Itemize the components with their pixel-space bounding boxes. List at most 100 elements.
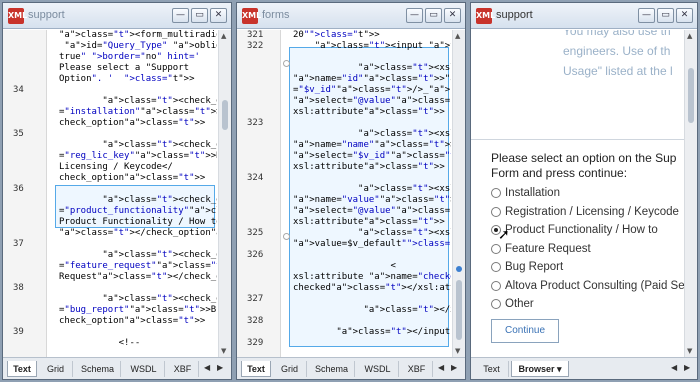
code-line[interactable]: xsl:attribute"a">class="t">>	[293, 217, 445, 228]
code-line[interactable]: "a">select="@value""a">class="t">/></	[293, 206, 451, 217]
code-area[interactable]: 20"">class="t">> "a">class="t"><input "a…	[293, 30, 451, 357]
tab-xbf[interactable]: XBF	[401, 361, 433, 377]
vertical-scrollbar[interactable]: ▲ ▼	[684, 30, 697, 357]
scroll-up-icon[interactable]: ▲	[455, 32, 460, 40]
tab-grid[interactable]: Grid	[39, 361, 73, 377]
tab-scroll-right-icon[interactable]: ▶	[451, 363, 457, 372]
code-line[interactable]: xsl:attribute "a">name="checked""a">clas…	[293, 272, 451, 283]
code-line[interactable]: check_option"a">class="t">>	[59, 173, 205, 184]
code-line[interactable]: <	[293, 261, 396, 272]
code-line[interactable]: "a">select="$v_id""a">class="t">/></	[293, 151, 451, 162]
code-line[interactable]: xsl:attribute"a">class="t">>	[293, 162, 445, 173]
code-line[interactable]: "a">class="t"><check_option value	[59, 250, 217, 261]
scroll-down-icon[interactable]: ▼	[687, 347, 692, 355]
tab-text[interactable]: Text	[241, 361, 271, 377]
code-editor[interactable]: 321 322 323 324 325 326 327 328 329 20"">class="…	[237, 30, 465, 357]
title-bar[interactable]: XML support — ▭ ✕	[3, 3, 231, 29]
code-line[interactable]: "a">value=$v_default"">class="t">>	[293, 239, 451, 250]
radio-button[interactable]	[491, 206, 501, 217]
tab-scroll-right-icon[interactable]: ▶	[684, 363, 690, 372]
close-button[interactable]: ✕	[444, 8, 461, 23]
code-line[interactable]: "a">class="t"><input "a">type="radio""a"…	[293, 41, 451, 52]
code-line[interactable]: "a">class="t"><form_multiradio "a">title…	[59, 30, 217, 41]
code-line[interactable]: Licensing / Keycode</	[59, 162, 173, 173]
code-line[interactable]: "a">select="@value""a">class="t">/></	[293, 96, 451, 107]
code-line[interactable]: "a">class="t"></input"a">class="t">>	[293, 327, 451, 338]
code-line[interactable]: "a">class="t"><check_option value	[59, 195, 217, 206]
code-line[interactable]: 20"">class="t">>	[293, 30, 380, 41]
code-line[interactable]: ="product_functionality""a">class="t">>	[59, 206, 217, 217]
radio-button[interactable]	[491, 243, 501, 254]
vertical-scrollbar[interactable]: ▲ ▼	[218, 30, 231, 357]
maximize-button[interactable]: ▭	[657, 8, 674, 23]
title-bar[interactable]: XML support — ▭ ✕	[471, 3, 697, 29]
vertical-scrollbar[interactable]: ▲ ▼	[452, 30, 465, 357]
code-line[interactable]: xsl:attribute"a">class="t">>	[293, 107, 445, 118]
tab-xbf[interactable]: XBF	[167, 361, 199, 377]
radio-option[interactable]: Product Functionality / How to	[491, 224, 658, 236]
radio-option[interactable]: Installation	[491, 187, 560, 199]
tab-scroll-left-icon[interactable]: ◀	[671, 363, 677, 372]
radio-button[interactable]	[491, 280, 501, 291]
code-line[interactable]: Please select a "Support	[59, 63, 189, 74]
scroll-down-icon[interactable]: ▼	[221, 347, 226, 355]
tab-scroll-right-icon[interactable]: ▶	[217, 363, 223, 372]
continue-button[interactable]: Continue	[491, 319, 559, 343]
code-line[interactable]: "a">class="t"></xsl:if"a">class="t">>	[293, 305, 451, 316]
code-line[interactable]: ="feature_request""a">class="t">>Feature	[59, 261, 217, 272]
minimize-button[interactable]: —	[406, 8, 423, 23]
tab-browser[interactable]: Browser ▾	[511, 361, 569, 377]
code-line[interactable]: "a">class="t"><xsl:attribute	[293, 129, 451, 140]
tab-text[interactable]: Text	[7, 361, 37, 377]
tab-wsdl[interactable]: WSDL	[357, 361, 399, 377]
tab-scroll-left-icon[interactable]: ◀	[438, 363, 444, 372]
scrollbar-thumb[interactable]	[456, 280, 462, 340]
code-line[interactable]: Request"a">class="t"></check_option"a">c…	[59, 272, 217, 283]
tab-scroll-left-icon[interactable]: ◀	[204, 363, 210, 372]
code-line[interactable]: ="reg_lic_key""a">class="t">>Registratio…	[59, 151, 217, 162]
tab-grid[interactable]: Grid	[273, 361, 307, 377]
scroll-up-icon[interactable]: ▲	[687, 32, 692, 40]
radio-button[interactable]	[491, 299, 501, 309]
title-bar[interactable]: XML forms — ▭ ✕	[237, 3, 465, 29]
radio-option[interactable]: Feature Request	[491, 243, 591, 255]
code-line[interactable]: <!--	[59, 338, 141, 349]
code-area[interactable]: "a">class="t"><form_multiradio "a">title…	[59, 30, 217, 357]
browser-preview[interactable]: You may also use th engineers. Use of th…	[471, 30, 684, 357]
code-line[interactable]: "a">class="t"><xsl:attribute	[293, 184, 451, 195]
radio-option[interactable]: Bug Report	[491, 261, 563, 273]
tab-wsdl[interactable]: WSDL	[123, 361, 165, 377]
code-line[interactable]: "a">class="t"><xsl:attribute	[293, 63, 451, 74]
radio-button[interactable]	[491, 262, 501, 272]
maximize-button[interactable]: ▭	[425, 8, 442, 23]
code-editor[interactable]: 34 35 36 37 38 39 "a">class="t"><form_multira…	[3, 30, 231, 357]
code-line[interactable]: "a">name="name""a">class="t">>"a">class=…	[293, 140, 451, 151]
code-line[interactable]: Product Functionality / How to	[59, 217, 217, 228]
code-line[interactable]: "a">class="t"><check_option value	[59, 294, 217, 305]
radio-option[interactable]: Registration / Licensing / Keycode	[491, 206, 679, 218]
code-line[interactable]: "a">name="id""a">class="t">>"a">class="t…	[293, 74, 451, 85]
maximize-button[interactable]: ▭	[191, 8, 208, 23]
scroll-down-icon[interactable]: ▼	[455, 347, 460, 355]
scroll-up-icon[interactable]: ▲	[221, 32, 226, 40]
code-line[interactable]: ="installation""a">class="t">>Installati…	[59, 107, 217, 118]
tab-text[interactable]: Text	[475, 361, 509, 377]
code-line[interactable]: ="$v_id""a">class="t">/>_"a">class="t"><…	[293, 85, 451, 96]
code-line[interactable]: "a">name="value""a">class="t">>"a">class…	[293, 195, 451, 206]
minimize-button[interactable]: —	[172, 8, 189, 23]
code-line[interactable]: "a">class="t"><check_option value	[59, 140, 217, 151]
scrollbar-thumb[interactable]	[222, 100, 228, 130]
code-line[interactable]: Option". ' ">class="t">>	[59, 74, 195, 85]
radio-option[interactable]: Altova Product Consulting (Paid Ser	[491, 280, 684, 292]
tab-schema[interactable]: Schema	[309, 361, 355, 377]
code-line[interactable]: "a">class="t"></check_option"a">class="t…	[59, 228, 217, 239]
close-button[interactable]: ✕	[210, 8, 227, 23]
code-line[interactable]: checked"a">class="t"></xsl:attribute"a">…	[293, 283, 451, 294]
code-line[interactable]: ="bug_report""a">class="t">>Bug Report</	[59, 305, 217, 316]
fold-marker-icon[interactable]	[283, 60, 290, 67]
radio-option[interactable]: Other	[491, 298, 534, 310]
close-button[interactable]: ✕	[676, 8, 693, 23]
code-line[interactable]: check_option"a">class="t">>	[59, 316, 205, 327]
scrollbar-thumb[interactable]	[688, 68, 694, 123]
minimize-button[interactable]: —	[638, 8, 655, 23]
